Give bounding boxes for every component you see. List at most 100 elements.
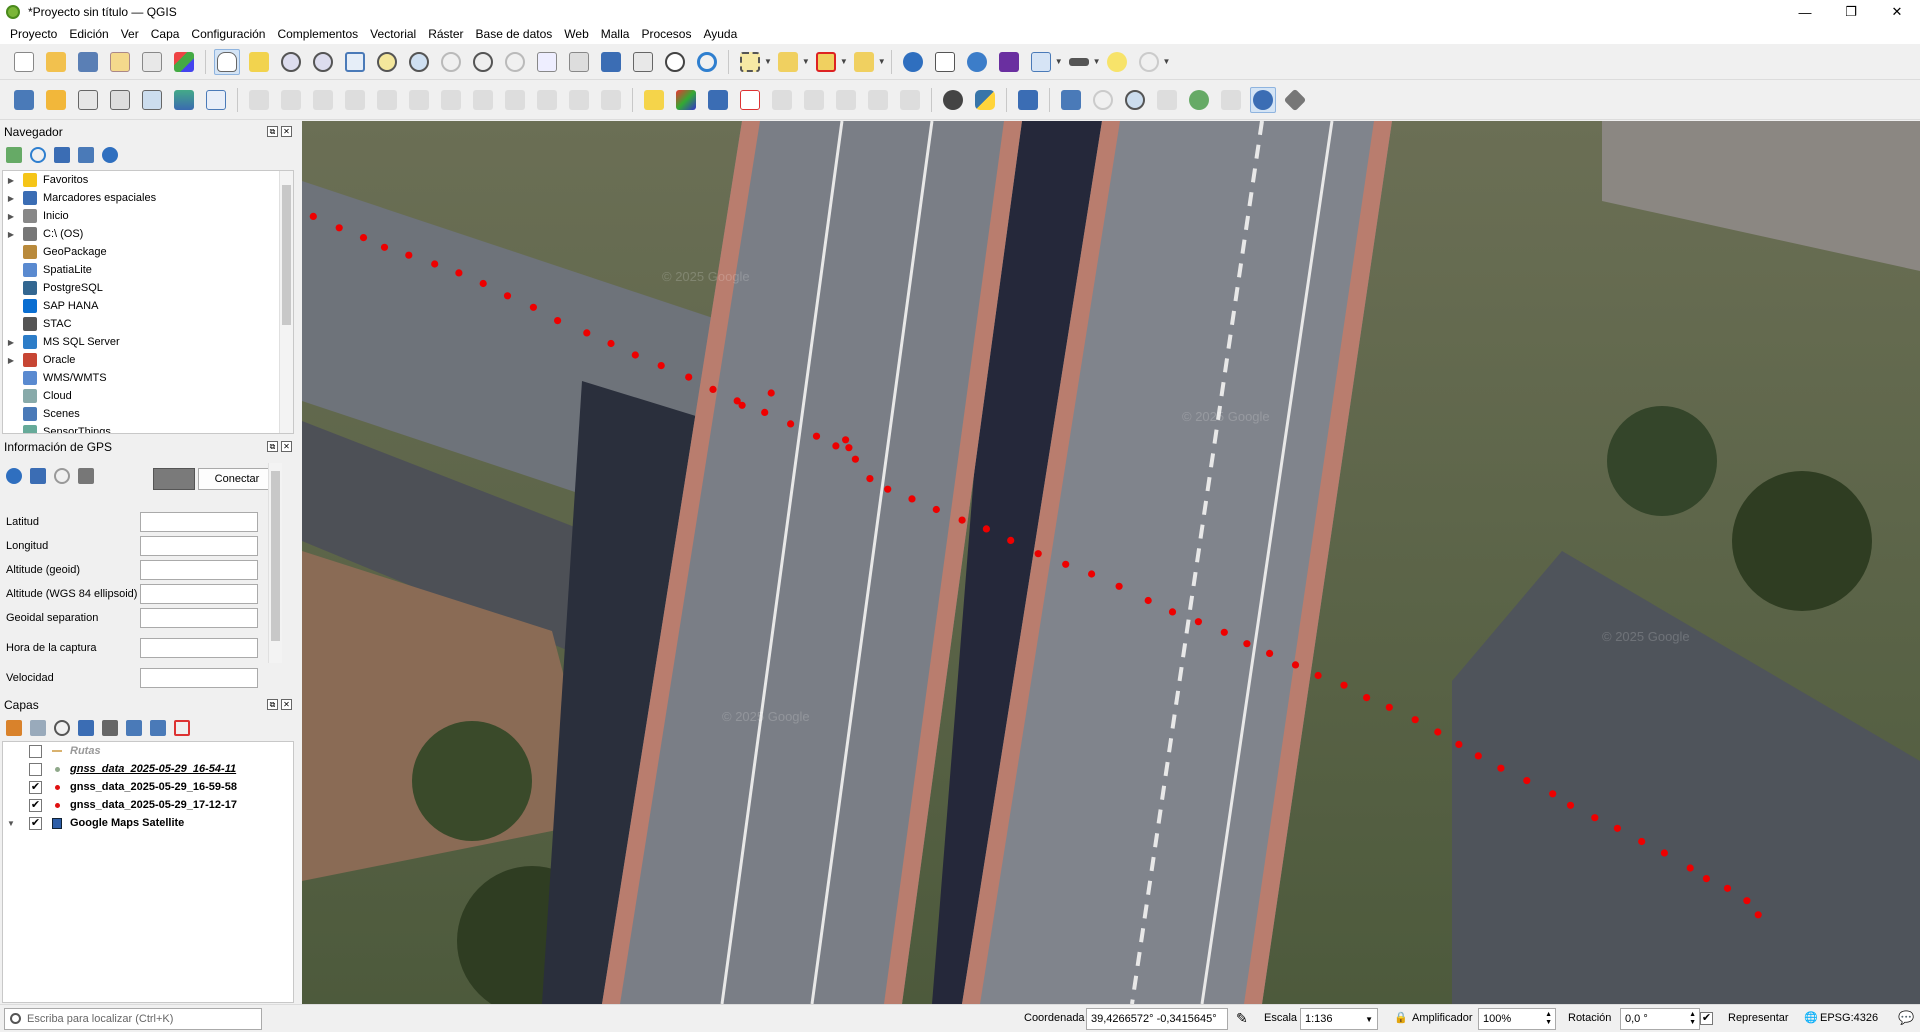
chevron-right-icon[interactable]: ▶ [5, 230, 17, 239]
vertex-tool-button[interactable] [374, 87, 400, 113]
deselect-features-button[interactable] [813, 49, 839, 75]
layer-row[interactable]: Rutas [3, 742, 293, 760]
locate-button[interactable] [1136, 49, 1162, 75]
layer-visibility-checkbox[interactable] [29, 762, 42, 776]
refresh-icon[interactable] [30, 147, 46, 163]
gps-field-value[interactable] [140, 584, 258, 604]
chevron-right-icon[interactable]: ▶ [5, 356, 17, 365]
render-checkbox[interactable]: ✔ [1700, 1012, 1713, 1025]
magnifier-spinbox[interactable]: 100% ▲ ▼ [1478, 1008, 1556, 1030]
chevron-down-icon[interactable]: ▼ [802, 57, 810, 66]
coordinate-field[interactable]: 39,4266572° -0,3415645° [1086, 1008, 1228, 1030]
navigator-item[interactable]: Scenes [3, 405, 293, 423]
label-toolbar-button[interactable] [641, 87, 667, 113]
menu-procesos[interactable]: Procesos [635, 27, 697, 41]
attribute-table-button[interactable] [932, 49, 958, 75]
float-panel-button[interactable]: ⧉ [267, 699, 278, 710]
menu-edicion[interactable]: Edición [63, 27, 114, 41]
recenter-button[interactable] [1090, 87, 1116, 113]
chevron-down-icon[interactable]: ▼ [1093, 57, 1101, 66]
menu-ayuda[interactable]: Ayuda [697, 27, 743, 41]
layer-row[interactable]: gnss_data_2025-05-29_16-54-11 [3, 760, 293, 778]
wrench-icon[interactable] [78, 468, 94, 484]
layer-row[interactable]: ▼ ✔ Google Maps Satellite [3, 814, 293, 832]
create-feature-from-track-button[interactable] [1186, 87, 1212, 113]
zoom-in-button[interactable] [278, 49, 304, 75]
layer-visibility-checkbox[interactable]: ✔ [29, 816, 42, 830]
reset-track-button[interactable] [1154, 87, 1180, 113]
toggle-editing-button[interactable] [278, 87, 304, 113]
python-console-button[interactable] [972, 87, 998, 113]
chevron-down-icon[interactable]: ▼ [1163, 57, 1171, 66]
toggle-extents-icon[interactable]: ✎ [1236, 1010, 1248, 1027]
processing-toolbox-button[interactable] [964, 49, 990, 75]
close-panel-button[interactable]: ✕ [281, 699, 292, 710]
navigator-item[interactable]: ▶ Inicio [3, 207, 293, 225]
zoom-to-layer-button[interactable] [406, 49, 432, 75]
pin-labels-button[interactable] [769, 87, 795, 113]
statistical-summary-button[interactable] [996, 49, 1022, 75]
spin-arrows-icon[interactable]: ▲ ▼ [1689, 1011, 1696, 1027]
add-group-icon[interactable] [30, 720, 46, 736]
identify-features-button[interactable] [900, 49, 926, 75]
new-geopackage-layer-button[interactable] [43, 87, 69, 113]
lock-scale-icon[interactable]: 🔒 [1394, 1011, 1408, 1024]
menu-ver[interactable]: Ver [115, 27, 145, 41]
chevron-right-icon[interactable]: ▶ [5, 176, 17, 185]
chevron-down-icon[interactable]: ▼ [1055, 57, 1063, 66]
gps-tracking-button[interactable] [940, 87, 966, 113]
open-project-button[interactable] [43, 49, 69, 75]
filter-icon[interactable] [78, 720, 94, 736]
chevron-right-icon[interactable]: ▶ [5, 338, 17, 347]
gps-field-value[interactable] [140, 638, 258, 658]
add-raster-button[interactable] [171, 87, 197, 113]
collapse-all-icon[interactable] [78, 147, 94, 163]
info-icon[interactable] [6, 468, 22, 484]
minimize-button[interactable]: — [1782, 0, 1828, 24]
toggle-label-display-button[interactable] [737, 87, 763, 113]
gps-scrollbar[interactable] [268, 463, 282, 663]
copy-features-button[interactable] [502, 87, 528, 113]
chevron-right-icon[interactable]: ▶ [5, 212, 17, 221]
current-edits-button[interactable] [246, 87, 272, 113]
remove-layer-icon[interactable] [174, 720, 190, 736]
paste-features-button[interactable] [534, 87, 560, 113]
pan-to-selection-button[interactable] [246, 49, 272, 75]
map-tips-button[interactable] [1104, 49, 1130, 75]
new-shapefile-layer-button[interactable] [75, 87, 101, 113]
new-project-button[interactable] [11, 49, 37, 75]
help-button[interactable] [1015, 87, 1041, 113]
scale-combo[interactable]: 1:136 ▼ [1300, 1008, 1378, 1030]
chevron-down-icon[interactable]: ▼ [5, 819, 17, 828]
redo-button[interactable] [598, 87, 624, 113]
manage-visibility-icon[interactable] [54, 720, 70, 736]
float-panel-button[interactable]: ⧉ [267, 441, 278, 452]
messages-icon[interactable]: 💬 [1898, 1010, 1914, 1026]
measure-button[interactable] [1066, 49, 1092, 75]
help-icon[interactable] [102, 147, 118, 163]
navigator-item[interactable]: GeoPackage [3, 243, 293, 261]
chevron-down-icon[interactable]: ▼ [878, 57, 886, 66]
filter-icon[interactable] [54, 147, 70, 163]
locator-search-box[interactable]: Escriba para localizar (Ctrl+K) [4, 1008, 262, 1030]
gps-information-button[interactable] [1250, 86, 1276, 113]
new-temp-layer-button[interactable] [107, 87, 133, 113]
layout-manager-button[interactable] [139, 49, 165, 75]
layer-visibility-checkbox[interactable] [29, 744, 42, 758]
data-source-manager-button[interactable] [11, 87, 37, 113]
select-features-button[interactable] [737, 49, 763, 75]
gps-field-value[interactable] [140, 512, 258, 532]
signal-chart-icon[interactable] [30, 468, 46, 484]
navigator-item[interactable]: SensorThings [3, 423, 293, 433]
layer-row[interactable]: ✔ gnss_data_2025-05-29_16-59-58 [3, 778, 293, 796]
menu-proyecto[interactable]: Proyecto [4, 27, 63, 41]
save-project-button[interactable] [75, 49, 101, 75]
chevron-down-icon[interactable]: ▼ [840, 57, 848, 66]
crs-globe-icon[interactable]: 🌐 [1804, 1011, 1818, 1024]
gps-field-value[interactable] [140, 668, 258, 688]
zoom-to-selection-button[interactable] [374, 49, 400, 75]
layer-styling-icon[interactable] [6, 720, 22, 736]
delete-selected-button[interactable] [438, 87, 464, 113]
navigator-item[interactable]: ▶ Favoritos [3, 171, 293, 189]
filter-expression-icon[interactable] [102, 720, 118, 736]
